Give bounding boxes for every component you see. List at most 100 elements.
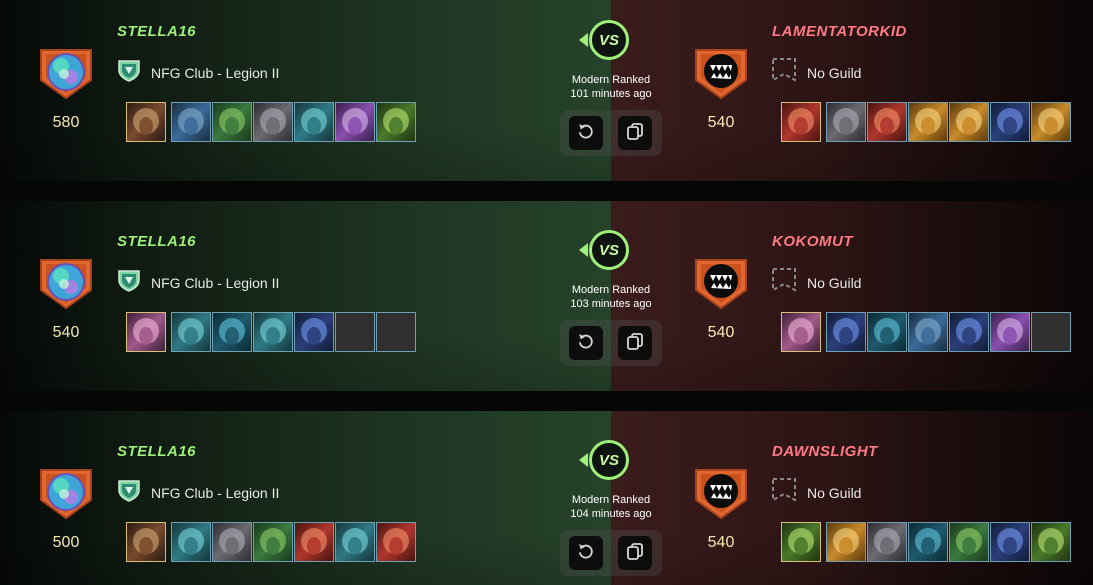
monster-rank-badge-icon: [692, 464, 750, 520]
battle-mode: Modern Ranked: [571, 284, 651, 296]
opponent-guild: No Guild: [771, 267, 861, 298]
opponent-name[interactable]: KOKOMUT: [772, 233, 853, 250]
monster-rank-badge-icon: [692, 254, 750, 310]
empty-flag-icon: [771, 57, 797, 88]
battle-time: 103 minutes ago: [570, 298, 652, 310]
replay-button[interactable]: [569, 326, 603, 360]
summoner-card[interactable]: [781, 312, 821, 352]
monster-card[interactable]: [1031, 102, 1071, 142]
shield-icon: [117, 268, 141, 297]
replay-icon: [577, 122, 595, 145]
player-guild[interactable]: NFG Club - Legion II: [117, 268, 279, 297]
monster-card[interactable]: [171, 102, 211, 142]
battle-info: Modern Ranked 104 minutes ago: [551, 493, 671, 521]
monster-card[interactable]: [990, 522, 1030, 562]
monster-card[interactable]: [376, 102, 416, 142]
player-name[interactable]: STELLA16: [117, 443, 196, 460]
opponent-name[interactable]: LAMENTATORKID: [772, 23, 907, 40]
vs-arrow-icon: [579, 243, 588, 257]
monster-card[interactable]: [253, 102, 293, 142]
summoner-card[interactable]: [781, 522, 821, 562]
empty-card-slot: [376, 312, 416, 352]
monster-card[interactable]: [171, 312, 211, 352]
monster-card[interactable]: [990, 312, 1030, 352]
monster-card[interactable]: [212, 102, 252, 142]
player-name[interactable]: STELLA16: [117, 233, 196, 250]
guild-name: NFG Club - Legion II: [151, 64, 280, 81]
battle-actions: [560, 530, 662, 576]
battle-mode: Modern Ranked: [571, 74, 651, 86]
bronze-rank-badge-icon: [37, 254, 95, 310]
monster-card[interactable]: [908, 102, 948, 142]
opponent-team: [781, 312, 1071, 352]
player-team: [126, 312, 416, 352]
vs-badge: VS: [589, 20, 629, 60]
shield-icon: [117, 58, 141, 87]
monster-card[interactable]: [867, 102, 907, 142]
monster-card[interactable]: [949, 312, 989, 352]
divider: [0, 181, 1093, 201]
guild-name: NFG Club - Legion II: [151, 484, 280, 501]
monster-card[interactable]: [294, 522, 334, 562]
summoner-card[interactable]: [126, 102, 166, 142]
monster-card[interactable]: [171, 522, 211, 562]
opponent-rating: 540: [707, 114, 735, 131]
monster-card[interactable]: [949, 522, 989, 562]
copy-button[interactable]: [618, 116, 652, 150]
player-rating: 540: [52, 324, 80, 341]
copy-button[interactable]: [618, 536, 652, 570]
player-rating: 580: [52, 114, 80, 131]
player-team: [126, 522, 416, 562]
player-name[interactable]: STELLA16: [117, 23, 196, 40]
guild-name: NFG Club - Legion II: [151, 274, 280, 291]
copy-button[interactable]: [618, 326, 652, 360]
battle-time: 101 minutes ago: [570, 88, 652, 100]
monster-card[interactable]: [294, 102, 334, 142]
monster-card[interactable]: [335, 102, 375, 142]
monster-card[interactable]: [253, 312, 293, 352]
bronze-rank-badge-icon: [37, 44, 95, 100]
opponent-name[interactable]: DAWNSLIGHT: [772, 443, 878, 460]
monster-card[interactable]: [212, 312, 252, 352]
opponent-guild: No Guild: [771, 57, 861, 88]
monster-card[interactable]: [253, 522, 293, 562]
battle-info: Modern Ranked 103 minutes ago: [551, 283, 671, 311]
monster-card[interactable]: [867, 522, 907, 562]
replay-button[interactable]: [569, 536, 603, 570]
battle-actions: [560, 320, 662, 366]
opponent-rating: 540: [707, 534, 735, 551]
player-team: [126, 102, 416, 142]
vs-arrow-icon: [579, 453, 588, 467]
monster-card[interactable]: [212, 522, 252, 562]
monster-card[interactable]: [1031, 522, 1071, 562]
empty-flag-icon: [771, 267, 797, 298]
replay-icon: [577, 542, 595, 565]
opponent-team: [781, 522, 1071, 562]
vs-badge: VS: [589, 230, 629, 270]
monster-card[interactable]: [867, 312, 907, 352]
monster-card[interactable]: [990, 102, 1030, 142]
monster-card[interactable]: [826, 312, 866, 352]
player-guild[interactable]: NFG Club - Legion II: [117, 478, 279, 507]
monster-card[interactable]: [908, 312, 948, 352]
monster-card[interactable]: [826, 102, 866, 142]
battle-mode: Modern Ranked: [571, 494, 651, 506]
monster-card[interactable]: [908, 522, 948, 562]
monster-card[interactable]: [335, 522, 375, 562]
replay-button[interactable]: [569, 116, 603, 150]
summoner-card[interactable]: [126, 522, 166, 562]
copy-icon: [626, 542, 644, 565]
copy-icon: [626, 122, 644, 145]
battle-actions: [560, 110, 662, 156]
opponent-guild: No Guild: [771, 477, 861, 508]
monster-card[interactable]: [376, 522, 416, 562]
empty-card-slot: [1031, 312, 1071, 352]
player-guild[interactable]: NFG Club - Legion II: [117, 58, 279, 87]
monster-card[interactable]: [949, 102, 989, 142]
summoner-card[interactable]: [781, 102, 821, 142]
monster-card[interactable]: [826, 522, 866, 562]
summoner-card[interactable]: [126, 312, 166, 352]
vs-arrow-icon: [579, 33, 588, 47]
monster-card[interactable]: [294, 312, 334, 352]
replay-icon: [577, 332, 595, 355]
